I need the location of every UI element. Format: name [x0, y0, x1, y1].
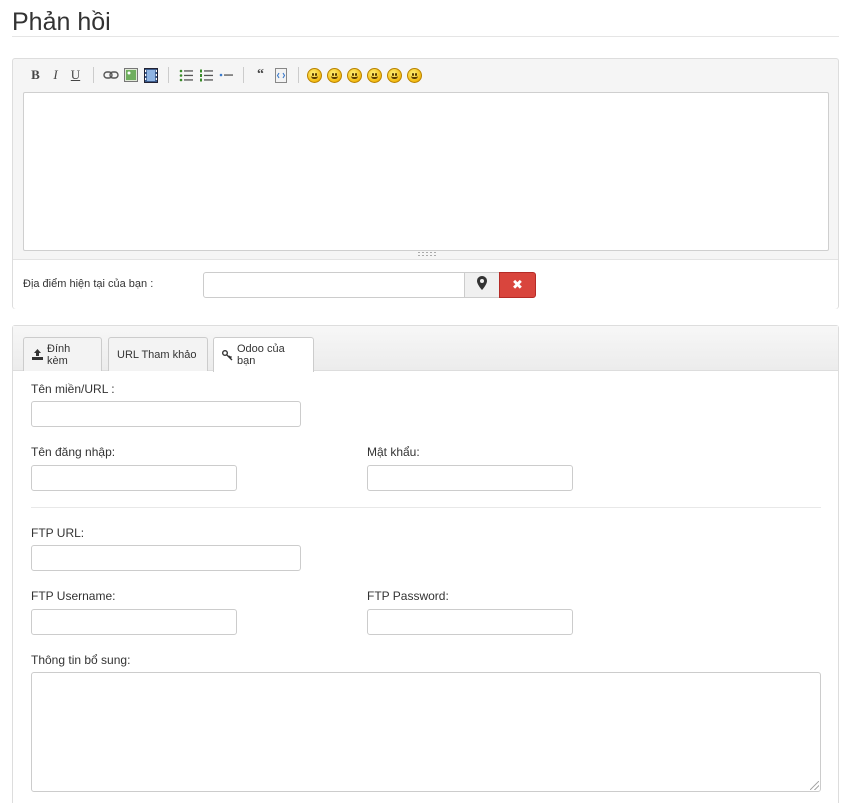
- ftp-password-input[interactable]: [367, 609, 573, 635]
- smiley-grin-icon[interactable]: [327, 67, 342, 83]
- textarea-resize-handle[interactable]: [810, 781, 819, 790]
- ftp-username-label: FTP Username:: [31, 589, 116, 603]
- numbered-list-icon[interactable]: [197, 67, 214, 84]
- close-icon: ✖: [512, 277, 523, 292]
- smiley-surprised-icon[interactable]: [347, 67, 362, 83]
- horizontal-rule-icon[interactable]: [217, 67, 234, 84]
- quote-button[interactable]: “: [252, 67, 269, 84]
- bullet-list-icon[interactable]: [177, 67, 194, 84]
- ftp-password-label: FTP Password:: [367, 589, 449, 603]
- username-input[interactable]: [31, 465, 237, 491]
- toolbar-separator: [93, 67, 94, 83]
- toolbar-separator: [298, 67, 299, 83]
- smiley-shock-icon[interactable]: [367, 67, 382, 83]
- location-label: Địa điểm hiện tại của bạn :: [23, 278, 154, 290]
- editor-toolbar: B I U “: [13, 59, 838, 91]
- link-icon[interactable]: [102, 67, 119, 84]
- bold-button[interactable]: B: [27, 67, 44, 84]
- ftp-username-input[interactable]: [31, 609, 237, 635]
- key-icon: [222, 349, 233, 361]
- toolbar-separator: [243, 67, 244, 83]
- tab-label: Odoo của bạn: [237, 343, 285, 367]
- section-divider: [31, 507, 821, 508]
- smiley-laugh-icon[interactable]: [307, 67, 322, 83]
- extra-info-textarea[interactable]: [31, 672, 821, 792]
- tab-label: URL Tham khảo: [117, 348, 197, 361]
- tab-label: Đính kèm: [47, 342, 71, 367]
- smiley-wink-icon[interactable]: [407, 67, 422, 83]
- upload-icon: [32, 349, 43, 360]
- clear-location-button[interactable]: ✖: [499, 272, 536, 298]
- locate-button[interactable]: [464, 272, 500, 298]
- location-input[interactable]: [203, 272, 465, 298]
- image-icon[interactable]: [122, 67, 139, 84]
- details-tabs-panel: Đính kèm URL Tham khảo Odoo của bạn Tên …: [12, 325, 839, 803]
- tab-your-odoo[interactable]: Odoo của bạn: [213, 337, 314, 372]
- italic-button[interactable]: I: [47, 67, 64, 84]
- password-label: Mật khẩu:: [367, 445, 420, 459]
- comment-editor-area[interactable]: [23, 92, 829, 251]
- smiley-smile-icon[interactable]: [387, 67, 402, 83]
- tab-attachments[interactable]: Đính kèm: [23, 337, 102, 371]
- map-pin-icon: [477, 275, 487, 295]
- ftp-url-input[interactable]: [31, 545, 301, 571]
- editor-resize-handle[interactable]: [417, 251, 437, 256]
- tab-reference-url[interactable]: URL Tham khảo: [108, 337, 208, 371]
- ftp-url-label: FTP URL:: [31, 526, 85, 540]
- page-title: Phản hồi: [12, 8, 111, 36]
- extra-info-label: Thông tin bổ sung:: [31, 653, 131, 667]
- username-label: Tên đăng nhập:: [31, 445, 116, 459]
- toolbar-separator: [168, 67, 169, 83]
- password-input[interactable]: [367, 465, 573, 491]
- domain-label: Tên miền/URL :: [31, 382, 115, 396]
- video-icon[interactable]: [142, 67, 159, 84]
- domain-url-input[interactable]: [31, 401, 301, 427]
- comment-editor-panel: B I U “ Địa điểm hiện tại của bạn: ✖: [12, 58, 839, 309]
- code-icon[interactable]: [272, 67, 289, 84]
- location-row: Địa điểm hiện tại của bạn : ✖: [13, 259, 838, 309]
- underline-button[interactable]: U: [67, 67, 84, 84]
- title-divider: [12, 36, 839, 37]
- tab-bar: Đính kèm URL Tham khảo Odoo của bạn: [13, 326, 838, 372]
